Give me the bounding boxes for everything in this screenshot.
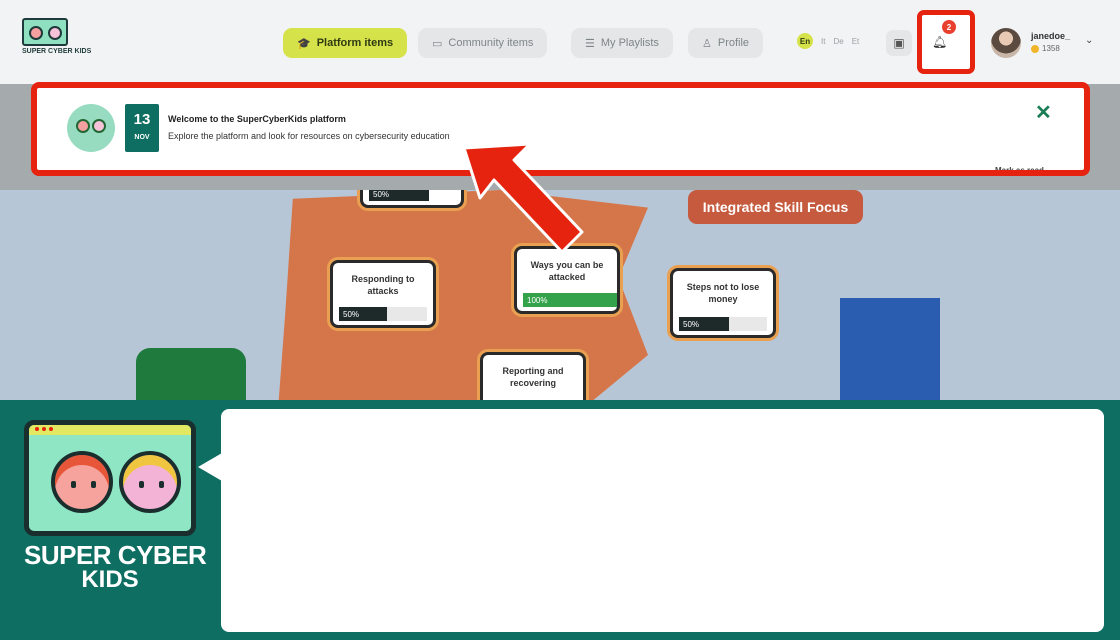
notification-date: 13 NOV: [125, 104, 159, 152]
boy-face-icon: [51, 451, 113, 513]
notification-body: Explore the platform and look for resour…: [168, 131, 450, 141]
girl-face-icon: [119, 451, 181, 513]
progress-bar: 100%: [523, 293, 617, 307]
gallery-button[interactable]: ▣: [886, 30, 912, 56]
progress-track: [729, 317, 767, 331]
super-cyber-kids-mascot: SUPER CYBER KIDS: [24, 420, 207, 593]
skill-card-title: Responding to attacks: [351, 274, 415, 296]
notification-count-badge: 2: [942, 20, 956, 34]
skill-card[interactable]: Responding to attacks 50%: [330, 260, 436, 328]
nav-label: My Playlists: [600, 37, 659, 49]
nav-my-playlists[interactable]: ☰ My Playlists: [571, 28, 673, 58]
progress-bar: 50%: [369, 190, 429, 201]
tutorial-arrow-icon: [462, 142, 584, 254]
lang-it[interactable]: It: [821, 37, 825, 46]
coin-balance: 1358: [1031, 44, 1060, 53]
section-tag[interactable]: Integrated Skill Focus: [688, 190, 863, 224]
date-day: 13: [133, 111, 151, 128]
logo-screen: [22, 18, 68, 46]
playlist-icon: ☰: [585, 37, 595, 50]
folder-icon: ▭: [432, 37, 443, 50]
language-selector: En It De Et: [797, 33, 859, 49]
boy-face-icon: [76, 119, 90, 133]
girl-face-icon: [48, 26, 62, 40]
logo-wordmark: SUPER CYBER KIDS: [22, 48, 92, 55]
speech-bubble-tail: [198, 453, 222, 481]
close-icon[interactable]: ✕: [1035, 100, 1052, 125]
coin-icon: [1031, 44, 1039, 53]
person-icon: ♙: [702, 37, 712, 50]
mascot-screen: [24, 420, 196, 536]
nav-label: Community items: [448, 37, 534, 49]
speech-bubble: [221, 409, 1104, 632]
tutorial-panel: SUPER CYBER KIDS: [0, 400, 1120, 640]
super-cyber-kids-avatar: [67, 104, 115, 152]
top-header: SUPER CYBER KIDS 🎓 Platform items ▭ Comm…: [0, 0, 1120, 84]
image-icon: ▣: [893, 36, 905, 50]
notifications-button[interactable]: 2 🔔︎: [917, 10, 975, 74]
bell-icon: 🔔︎: [932, 35, 948, 49]
brand-wordmark-line2: KIDS: [81, 566, 139, 593]
nav-profile[interactable]: ♙ Profile: [688, 28, 764, 58]
skill-card[interactable]: Steps not to lose money 50%: [670, 268, 776, 338]
date-month: NOV: [134, 134, 150, 141]
coin-count: 1358: [1042, 44, 1060, 53]
map-region-blue: [840, 298, 940, 410]
nav-platform-items[interactable]: 🎓 Platform items: [283, 28, 408, 58]
progress-bar: 50%: [679, 317, 735, 331]
girl-face-icon: [92, 119, 106, 133]
progress-track: [387, 307, 427, 321]
progress-bar: 50%: [339, 307, 391, 321]
nav-label: Profile: [717, 37, 750, 49]
username: janedoe_: [1031, 31, 1071, 41]
skill-card[interactable]: 50%: [360, 190, 464, 208]
skill-card-title: Steps not to lose money: [686, 282, 760, 304]
skill-card-title: Reporting and recovering: [502, 366, 564, 388]
graduation-cap-icon: 🎓: [297, 37, 311, 50]
super-cyber-kids-logo[interactable]: SUPER CYBER KIDS: [22, 18, 92, 66]
brand-wordmark-line1: SUPER CYBER: [24, 540, 207, 570]
mark-as-read-link[interactable]: Mark as read: [995, 166, 1044, 170]
boy-face-icon: [29, 26, 43, 40]
lang-en[interactable]: En: [797, 33, 813, 49]
nav-label: Platform items: [316, 37, 394, 49]
lang-et[interactable]: Et: [852, 37, 860, 46]
lang-de[interactable]: De: [833, 37, 843, 46]
nav-community-items[interactable]: ▭ Community items: [418, 28, 548, 58]
avatar[interactable]: [991, 28, 1021, 58]
chevron-down-icon[interactable]: ⌄: [1085, 35, 1093, 46]
notification-title: Welcome to the SuperCyberKids platform: [168, 114, 346, 124]
